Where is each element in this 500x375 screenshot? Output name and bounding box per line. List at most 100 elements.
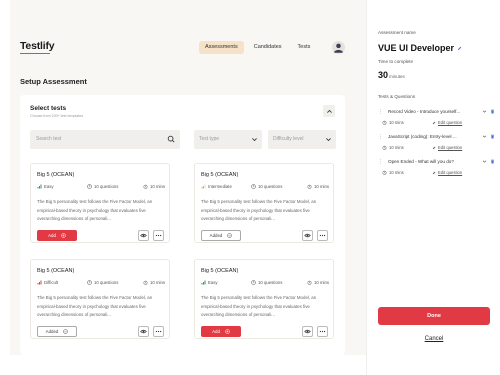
test-card-questions: 10 questions <box>251 280 282 285</box>
question-title: JavaScript (coding): Entry-level ... <box>388 134 457 139</box>
test-card-level-text: Easy <box>208 280 218 285</box>
timer-icon <box>307 280 312 285</box>
test-card-description: The Big 5 personality test follows the F… <box>201 295 317 317</box>
edit-question-link[interactable]: Edit question <box>432 145 462 150</box>
list-item[interactable]: ⋮ JavaScript (coding): Entry-level ... 1… <box>378 134 496 160</box>
user-icon <box>333 43 344 53</box>
nav-tab-assessments[interactable]: Assessments <box>199 41 244 54</box>
test-card-duration: 10 mins <box>143 184 165 189</box>
list-item[interactable]: ⋮ Open Ended - What will you do? 10 mins… <box>378 159 496 185</box>
preview-button[interactable] <box>138 326 149 337</box>
test-card-duration: 10 mins <box>307 280 329 285</box>
timer-icon <box>143 280 148 285</box>
test-card-duration-text: 10 mins <box>314 184 330 189</box>
add-test-label: Add <box>212 329 220 334</box>
select-tests-subtitle: Choose from 100+ test templates <box>30 114 84 118</box>
test-card-questions-text: 10 questions <box>258 280 283 285</box>
test-card-title: Big 5 (OCEAN) <box>201 172 239 178</box>
test-card: Big 5 (OCEAN) Easy 10 questions 10 mins … <box>30 163 170 243</box>
more-options-button[interactable] <box>153 230 164 241</box>
nav-tab-tests[interactable]: Tests <box>292 41 317 54</box>
test-type-dropdown[interactable]: Test type <box>194 130 262 149</box>
avatar[interactable] <box>332 41 345 54</box>
preview-button[interactable] <box>138 230 149 241</box>
logo-underline <box>20 52 50 54</box>
list-item[interactable]: ⋮ Record Video - Introduce yourself... 1… <box>378 109 496 135</box>
search-placeholder: Search test <box>36 136 62 142</box>
more-icon <box>155 330 162 333</box>
test-type-placeholder: Test type <box>199 136 220 142</box>
test-card-level-text: Difficult <box>44 280 59 285</box>
delete-icon[interactable] <box>490 109 495 114</box>
collapse-button[interactable] <box>323 105 335 117</box>
test-card-level: Difficult <box>37 280 58 285</box>
tests-questions-label: Tests & Questions <box>378 94 416 99</box>
done-button[interactable]: Done <box>378 307 490 325</box>
preview-button[interactable] <box>302 326 313 337</box>
test-card: Big 5 (OCEAN) Intermediate 10 questions … <box>194 163 334 243</box>
question-duration-text: 10 mins <box>389 145 404 150</box>
plus-circle-icon <box>61 233 66 238</box>
search-input[interactable]: Search test <box>30 130 180 149</box>
timer-icon <box>382 170 387 175</box>
test-card-questions-text: 10 questions <box>258 184 283 189</box>
level-bars-icon <box>37 184 42 189</box>
question-icon <box>87 184 92 189</box>
drag-handle-icon[interactable]: ⋮ <box>378 134 383 140</box>
chevron-down-icon[interactable] <box>482 159 487 164</box>
timer-icon <box>382 120 387 125</box>
added-test-label: Added <box>209 233 223 238</box>
level-bars-icon <box>201 184 206 189</box>
edit-question-link[interactable]: Edit question <box>432 120 462 125</box>
question-duration: 10 mins <box>382 120 404 125</box>
added-test-button[interactable]: Added <box>201 230 241 241</box>
eye-icon <box>304 329 311 334</box>
edit-pencil-icon <box>432 146 436 149</box>
level-bars-icon <box>37 280 42 285</box>
edit-question-text: Edit question <box>438 145 463 150</box>
edit-pencil-icon[interactable] <box>457 46 462 51</box>
add-test-button[interactable]: Add <box>37 230 77 241</box>
added-test-button[interactable]: Added <box>37 326 77 337</box>
logo[interactable]: Testlify <box>20 40 55 54</box>
test-card-level: Easy <box>37 184 54 189</box>
test-card-questions: 10 questions <box>251 184 282 189</box>
more-options-button[interactable] <box>153 326 164 337</box>
question-duration: 10 mins <box>382 145 404 150</box>
test-card: Big 5 (OCEAN) Difficult 10 questions 10 … <box>30 259 170 339</box>
timer-icon <box>307 184 312 189</box>
question-title: Open Ended - What will you do? <box>388 159 454 164</box>
delete-icon[interactable] <box>490 134 495 139</box>
difficulty-placeholder: Difficulty level <box>273 136 304 142</box>
test-card-duration-text: 10 mins <box>150 280 166 285</box>
difficulty-dropdown[interactable]: Difficulty level <box>268 130 336 149</box>
more-icon <box>319 330 326 333</box>
assessment-name[interactable]: VUE UI Developer <box>378 43 462 53</box>
app-main: Testlify Assessments Candidates Tests Se… <box>0 0 366 375</box>
cancel-link[interactable]: Cancel <box>378 336 490 342</box>
question-icon <box>251 184 256 189</box>
drag-handle-icon[interactable]: ⋮ <box>378 159 383 165</box>
chevron-down-icon[interactable] <box>482 109 487 114</box>
drag-handle-icon[interactable]: ⋮ <box>378 109 383 115</box>
delete-icon[interactable] <box>490 159 495 164</box>
test-card-description: The Big 5 personality test follows the F… <box>201 199 317 221</box>
chevron-down-icon[interactable] <box>482 134 487 139</box>
page-title: Setup Assessment <box>20 77 87 86</box>
more-options-button[interactable] <box>317 326 328 337</box>
nav-tab-candidates[interactable]: Candidates <box>248 41 288 54</box>
assessment-sidebar: Assessment name VUE UI Developer Time to… <box>366 0 500 375</box>
eye-icon <box>140 329 147 334</box>
edit-question-link[interactable]: Edit question <box>432 170 462 175</box>
more-options-button[interactable] <box>317 230 328 241</box>
test-card-duration-text: 10 mins <box>150 184 166 189</box>
timer-icon <box>382 145 387 150</box>
question-duration: 10 mins <box>382 170 404 175</box>
add-test-button[interactable]: Add <box>201 326 241 337</box>
preview-button[interactable] <box>302 230 313 241</box>
chevron-down-icon <box>326 138 331 142</box>
add-test-label: Add <box>48 233 56 238</box>
select-tests-panel: Select tests Choose from 100+ test templ… <box>20 95 345 355</box>
edit-pencil-icon <box>432 121 436 124</box>
chevron-down-icon <box>252 138 257 142</box>
